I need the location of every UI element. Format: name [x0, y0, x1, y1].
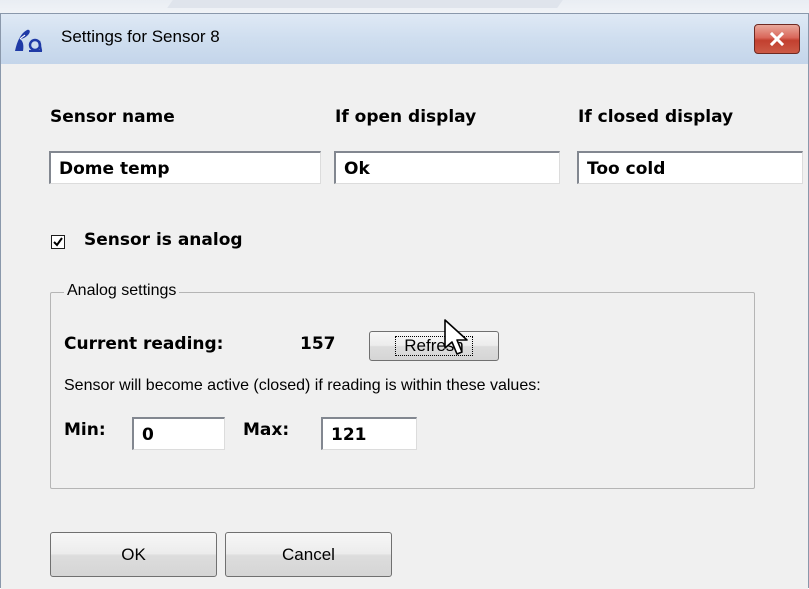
- mouse-pointer-icon: [444, 319, 468, 355]
- ok-button[interactable]: OK: [50, 532, 217, 577]
- current-reading-label: Current reading:: [64, 334, 224, 354]
- analog-checkbox-label[interactable]: Sensor is analog: [84, 230, 243, 250]
- min-label: Min:: [64, 420, 106, 440]
- range-description: Sensor will become active (closed) if re…: [64, 377, 541, 394]
- cancel-button-label: Cancel: [282, 544, 335, 564]
- max-label: Max:: [243, 420, 290, 440]
- close-x-icon: [769, 32, 785, 46]
- max-input[interactable]: 121: [321, 417, 417, 450]
- closed-display-label: If closed display: [578, 107, 734, 127]
- cancel-button[interactable]: Cancel: [225, 532, 392, 577]
- settings-dialog: Settings for Sensor 8 Sensor name If ope…: [0, 13, 809, 589]
- window-title: Settings for Sensor 8: [61, 27, 220, 46]
- sensor-name-label: Sensor name: [50, 107, 175, 127]
- current-reading-value: 157: [300, 334, 336, 354]
- sensor-name-input[interactable]: Dome temp: [49, 151, 321, 184]
- closed-display-input[interactable]: Too cold: [577, 151, 803, 184]
- app-logo-icon: [15, 29, 43, 52]
- analog-settings-group: Analog settings Current reading: 157 Ref…: [50, 282, 755, 489]
- min-input[interactable]: 0: [132, 417, 225, 450]
- open-display-label: If open display: [335, 107, 477, 127]
- desktop-decoration: [167, 0, 563, 8]
- ok-button-label: OK: [121, 544, 146, 564]
- analog-checkbox[interactable]: [51, 235, 65, 249]
- open-display-input[interactable]: Ok: [334, 151, 560, 184]
- analog-settings-legend: Analog settings: [64, 282, 180, 300]
- close-button[interactable]: [754, 24, 800, 54]
- refresh-button[interactable]: Refresh: [369, 331, 499, 361]
- title-bar[interactable]: Settings for Sensor 8: [1, 14, 808, 65]
- dialog-content: Sensor name If open display If closed di…: [1, 64, 808, 589]
- checkmark-icon: [53, 237, 63, 247]
